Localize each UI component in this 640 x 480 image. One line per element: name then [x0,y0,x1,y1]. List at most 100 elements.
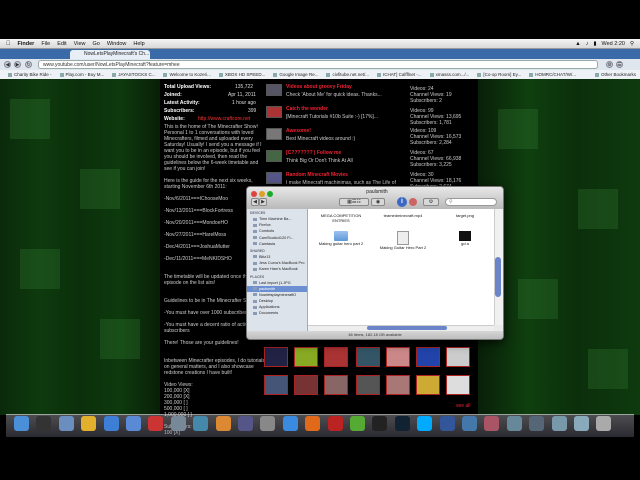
back-button[interactable]: ◀ [4,61,11,68]
address-bar[interactable]: www.youtube.com/user/NowLetsPlayMinecraf… [38,60,598,69]
terminal-icon[interactable] [372,416,388,431]
file-item[interactable]: Making guitar hero part 2 [316,231,366,246]
menu-edit[interactable]: Edit [57,41,66,47]
file-item[interactable]: target.png [440,213,490,218]
spotlight-icon[interactable]: ⚲ [630,41,634,47]
friend-avatar[interactable] [356,347,380,367]
sidebar-item-shared[interactable]: Karen Ham's MacBook [253,266,307,272]
mail-icon[interactable] [58,416,74,431]
downloads-folder-icon[interactable] [574,416,589,431]
bookmark-item[interactable]: ICHAT] Calfflnet -... [377,72,422,77]
finder-scroll-thumb[interactable] [495,257,501,297]
friend-avatar[interactable] [386,347,410,367]
feed-title[interactable]: Catch the wonder [286,106,328,112]
safari-icon[interactable] [103,416,119,431]
bookmark-item[interactable]: Play.com - Buy M... [60,72,105,77]
zoom-window-icon[interactable] [267,191,273,197]
info-icon[interactable]: i [397,197,407,207]
forward-button[interactable]: ▶ [14,61,21,68]
menu-file[interactable]: File [41,41,50,47]
friend-avatar[interactable] [416,347,440,367]
documents-folder-icon[interactable] [551,416,567,431]
dashboard-icon[interactable] [36,416,52,431]
file-item[interactable]: Making Guitar Hero Part 2 [378,231,428,250]
preview-icon[interactable] [170,416,186,431]
clock[interactable]: Wed 2:20 [602,41,625,47]
sidebar-item-device[interactable]: Camtasia [253,241,307,247]
app-store-icon[interactable] [282,416,298,431]
other-bookmarks[interactable]: Other Bookmarks [595,72,636,77]
browser-tab-active[interactable]: NowLetsPlayMinecraft's Ch... [70,50,150,59]
bookmark-item[interactable]: Welcome to Kozeri... [163,72,210,77]
feed-title[interactable]: Awesome! [286,128,311,134]
feed-title[interactable]: Random Minecraft Movies [286,172,348,178]
app-icon[interactable] [506,416,522,431]
menu-go[interactable]: Go [93,41,100,47]
battery-icon[interactable]: ▮ [593,41,596,47]
sidebar-item-place[interactable]: Documents [253,310,307,316]
menu-app-finder[interactable]: Finder [18,41,35,47]
friend-avatar[interactable] [386,375,410,395]
finder-file-area[interactable]: MEGA COMPETITION ENTRIES teamedminecraft… [308,209,494,325]
see-all-link[interactable]: see all [456,403,470,409]
minimize-window-icon[interactable] [259,191,265,197]
finder-back-button[interactable]: ◀ [251,198,259,206]
wifi-icon[interactable]: ▲ [575,41,580,47]
bookmark-item[interactable]: civfitube.net.net/... [326,72,369,77]
iphoto-icon[interactable] [193,416,209,431]
friend-avatar[interactable] [324,347,348,367]
bookmark-item[interactable]: xmasss.com.../... [430,72,470,77]
menu-view[interactable]: View [74,41,86,47]
apple-menu-icon[interactable]:  [6,41,11,47]
system-preferences-icon[interactable] [260,416,276,431]
garageband-icon[interactable] [215,416,231,431]
feed-title[interactable]: Videos about groovy Friday [286,84,352,90]
filezilla-icon[interactable] [327,416,343,431]
bookmark-item[interactable]: Google Image Re... [273,72,318,77]
finder-icon[interactable] [14,416,29,431]
app-icon[interactable] [484,416,500,431]
quick-look-button[interactable]: ◉ [371,198,385,206]
finder-hscroll-thumb[interactable] [367,326,447,330]
finder-forward-button[interactable]: ▶ [259,198,267,206]
app-icon[interactable] [529,416,545,431]
action-gear-button[interactable]: ⚙ [423,198,439,206]
feed-thumbnail[interactable] [266,106,282,118]
view-mode-buttons[interactable]: ▦☰☷ [339,198,369,206]
app-icon[interactable] [462,416,477,431]
wrench-icon[interactable]: ⚙ [606,61,613,68]
reload-button[interactable]: ↻ [25,61,32,68]
friend-avatar[interactable] [264,375,288,395]
ical-icon[interactable] [148,416,164,431]
file-item[interactable]: MEGA COMPETITION ENTRIES [316,213,366,223]
bookmark-item[interactable]: Charity Bike Ride - [8,72,52,77]
minecraft-icon[interactable] [350,416,365,431]
bookmark-item[interactable]: HOMRC/CHAT/W/... [529,72,576,77]
itunes-icon[interactable] [126,416,141,431]
volume-icon[interactable]: ♪ [586,41,589,47]
friend-avatar[interactable] [416,375,440,395]
feed-thumbnail[interactable] [266,150,282,162]
friend-avatar[interactable] [356,375,380,395]
finder-search-input[interactable]: ⚲ [445,198,497,206]
file-item[interactable]: gd a [440,231,490,246]
firefox-icon[interactable] [305,416,321,431]
menu-window[interactable]: Window [107,41,127,47]
app-icon[interactable] [439,416,455,431]
friend-avatar[interactable] [294,375,318,395]
close-window-icon[interactable] [251,191,257,197]
page-menu-icon[interactable]: ☰ [616,61,623,68]
chrome-icon[interactable] [81,416,97,431]
menu-help[interactable]: Help [133,41,144,47]
friend-avatar[interactable] [324,375,348,395]
feed-title[interactable]: [C??????? | Follow me [286,150,341,156]
burn-icon[interactable] [409,198,417,206]
website-link[interactable]: http://www.craftcore.net [198,116,250,122]
file-item[interactable]: teamedminecraft.mp4 [378,213,428,218]
bookmark-item[interactable]: XBOX HD SPEED... [219,72,266,77]
steam-icon[interactable] [394,416,410,431]
bookmark-item[interactable]: JAYASTOCKS C... [112,72,155,77]
friend-avatar[interactable] [294,347,318,367]
feed-thumbnail[interactable] [266,128,282,140]
friend-avatar[interactable] [446,347,470,367]
